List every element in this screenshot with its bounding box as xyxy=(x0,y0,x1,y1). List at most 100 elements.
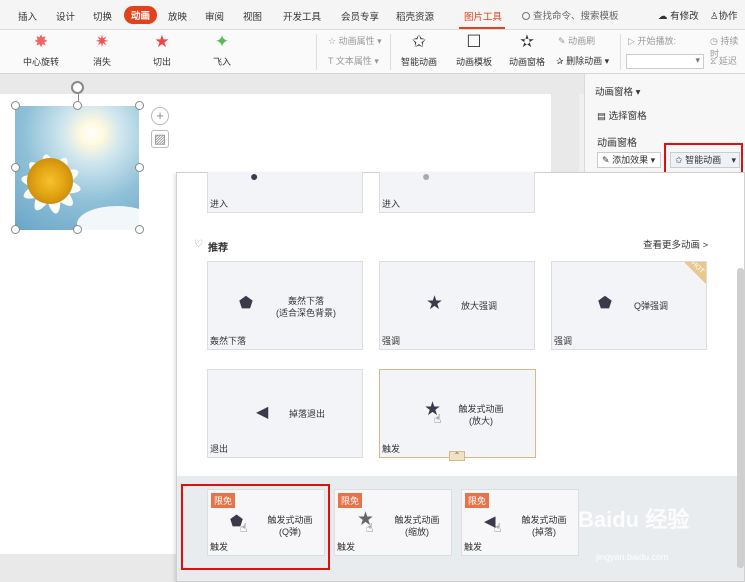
card-title: 触发式动画 xyxy=(521,515,567,525)
enter-card-2[interactable]: ● 进入 xyxy=(379,168,535,213)
start-play-select[interactable] xyxy=(626,54,704,69)
crop-picture-button[interactable]: ▨ xyxy=(151,130,169,148)
menu-slideshow[interactable]: 放映 xyxy=(168,9,187,23)
resize-handle-t[interactable] xyxy=(73,101,82,110)
enter-card-1[interactable]: ● 进入 xyxy=(207,168,363,213)
star-outline-icon: ☆ xyxy=(328,36,337,46)
menu-picture-tools[interactable]: 图片工具 xyxy=(464,9,502,23)
animation-pane-label: 动画窗格 xyxy=(508,57,545,67)
effect-preview-icon: ● xyxy=(422,168,431,184)
resize-handle-bl[interactable] xyxy=(11,225,20,234)
smart-animation-button[interactable]: ✩ 智能动画 xyxy=(397,33,441,68)
animation-template-label: 动画模板 xyxy=(455,57,492,67)
star-fly-icon: ✦ xyxy=(214,32,230,51)
delete-animation-button[interactable]: ✰ 删除动画 ▾ xyxy=(556,54,609,67)
menu-developer[interactable]: 开发工具 xyxy=(283,9,321,23)
ribbon-divider xyxy=(316,34,317,70)
effect-label: 消失 xyxy=(92,57,111,67)
highlight-smart-animation xyxy=(664,143,743,174)
animation-pane-button[interactable]: ✫ 动画窗格 xyxy=(507,33,547,68)
collapse-caret-icon[interactable]: ⌃ xyxy=(449,451,465,461)
effect-cut-out[interactable]: ★ 切出 xyxy=(142,33,182,68)
text-properties-label: 文本属性 xyxy=(335,56,372,66)
select-pane-button[interactable]: ▤ 选择窗格 xyxy=(597,108,647,122)
menu-docer[interactable]: 稻壳资源 xyxy=(396,9,434,23)
card-name: 轰然下落 (适合深色背景) xyxy=(268,295,344,319)
text-properties-button[interactable]: T 文本属性 ▾ xyxy=(328,54,379,67)
menu-insert[interactable]: 插入 xyxy=(18,9,37,23)
template-icon: ☐ xyxy=(466,32,482,51)
hourglass-icon: ⧖ xyxy=(710,56,717,66)
menu-member[interactable]: 会员专享 xyxy=(341,9,379,23)
animation-template-button[interactable]: ☐ 动画模板 xyxy=(452,33,496,68)
card-tag: 轰然下落 xyxy=(210,336,247,346)
bounce-pentagon-icon: ⬟ xyxy=(598,295,612,312)
command-search[interactable]: 查找命令、搜索模板 xyxy=(522,8,619,22)
collaborate-button[interactable]: ♙协作 xyxy=(710,8,738,22)
ribbon-divider xyxy=(620,34,621,70)
animation-properties-button[interactable]: ☆ 动画属性 ▾ xyxy=(328,34,382,47)
resize-handle-tr[interactable] xyxy=(135,101,144,110)
effect-fly-in[interactable]: ✦ 飞入 xyxy=(202,33,242,68)
animation-properties-label: 动画属性 xyxy=(338,36,375,46)
menu-animation[interactable]: 动画 xyxy=(124,6,158,24)
star-spin-icon: ✸ xyxy=(33,32,49,51)
resize-handle-br[interactable] xyxy=(135,225,144,234)
star-cut-icon: ★ xyxy=(154,32,170,51)
effect-center-spin[interactable]: ✸ 中心旋转 xyxy=(20,33,62,68)
menu-view[interactable]: 视图 xyxy=(243,9,262,23)
menu-design[interactable]: 设计 xyxy=(56,9,75,23)
effect-preview-icon: ● xyxy=(250,168,259,184)
smart-animation-label: 智能动画 xyxy=(400,57,437,67)
pane-star-icon: ✫ xyxy=(519,32,535,51)
card-tag: 触发 xyxy=(382,444,401,454)
free-card-scale[interactable]: 限免 ★ ☝ 触发式动画 (缩放) 触发 xyxy=(334,489,452,556)
card-tag: 触发 xyxy=(337,542,356,552)
card-tag: 进入 xyxy=(382,199,401,209)
gallery-scrollbar[interactable] xyxy=(737,268,744,568)
card-drop-exit[interactable]: ◀ 掉落退出 退出 xyxy=(207,369,363,458)
animation-brush-button[interactable]: ✎ 动画刷 xyxy=(558,34,595,47)
card-bounce-emphasis[interactable]: HOT ⬟ Q弹强调 强调 xyxy=(551,261,707,350)
card-title: 轰然下落 xyxy=(287,296,324,306)
delay-text: 延迟 xyxy=(718,56,737,66)
card-crash-down[interactable]: ⬟ 轰然下落 (适合深色背景) 轰然下落 xyxy=(207,261,363,350)
flower-center xyxy=(27,158,73,204)
plus-icon: + xyxy=(156,108,164,123)
effect-label: 中心旋转 xyxy=(22,57,59,67)
add-effect-button[interactable]: ✎ 添加效果 ▾ xyxy=(597,152,661,168)
card-title: 触发式动画 xyxy=(458,404,504,414)
heart-icon: ♡ xyxy=(194,239,203,250)
card-trigger-zoom[interactable]: ★ ☝ 触发式动画 (放大) 触发 xyxy=(379,369,536,458)
animation-pane-heading: 动画窗格 xyxy=(597,138,637,149)
crop-icon: ▨ xyxy=(153,131,167,146)
hand-pointer-icon: ☝ xyxy=(434,412,442,426)
free-card-drop[interactable]: 限免 ◀ ☝ 触发式动画 (掉落) 触发 xyxy=(461,489,579,556)
collaborate-label: 协作 xyxy=(718,11,738,22)
card-zoom-emphasis[interactable]: ★ 放大强调 强调 xyxy=(379,261,535,350)
card-title: 触发式动画 xyxy=(394,515,440,525)
resize-handle-l[interactable] xyxy=(11,163,20,172)
animation-ribbon: ✸ 中心旋转 ✷ 消失 ★ 切出 ✦ 飞入 ☆ 动画属性 ▾ T 文本属性 ▾ … xyxy=(0,30,745,74)
menu-review[interactable]: 审阅 xyxy=(205,9,224,23)
resize-handle-b[interactable] xyxy=(73,225,82,234)
card-name: 触发式动画 (缩放) xyxy=(387,514,447,538)
menu-transition[interactable]: 切换 xyxy=(93,9,112,23)
add-element-button[interactable]: + xyxy=(151,107,169,125)
resize-handle-tl[interactable] xyxy=(11,101,20,110)
animation-pane-dropdown[interactable]: 动画窗格 ▾ xyxy=(595,84,640,98)
pentagon-icon: ⬟ xyxy=(239,295,253,312)
effect-disappear[interactable]: ✷ 消失 xyxy=(82,33,122,68)
daisy-picture[interactable] xyxy=(15,106,139,230)
card-tag: 触发 xyxy=(464,542,483,552)
cloud-icon: ☁ xyxy=(658,11,668,22)
user-icon: ♙ xyxy=(710,11,719,22)
rotate-handle[interactable] xyxy=(71,81,84,104)
card-tag: 强调 xyxy=(554,336,573,346)
select-pane-label: 选择窗格 xyxy=(608,111,647,122)
has-changes-button[interactable]: ☁ 有修改 xyxy=(658,8,699,22)
free-badge: 限免 xyxy=(338,493,363,508)
search-placeholder: 查找命令、搜索模板 xyxy=(533,11,619,22)
resize-handle-r[interactable] xyxy=(135,163,144,172)
more-animations-link[interactable]: 查看更多动画 > xyxy=(643,237,708,251)
